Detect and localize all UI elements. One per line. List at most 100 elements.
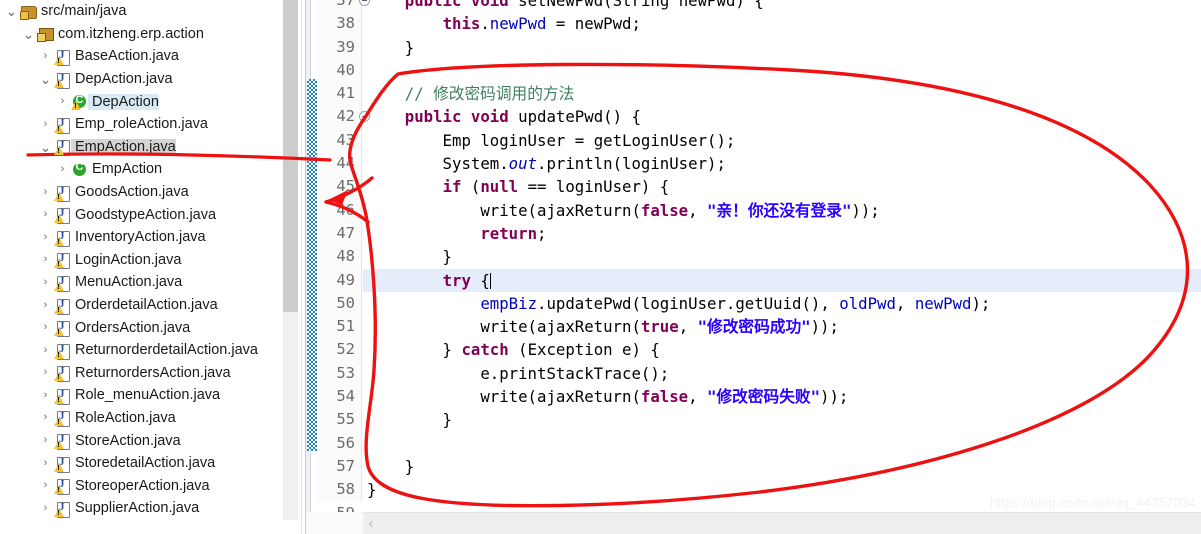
- chevron-right-icon[interactable]: ›: [38, 480, 53, 491]
- chevron-down-icon[interactable]: ⌄: [38, 140, 53, 154]
- chevron-right-icon[interactable]: ›: [38, 299, 53, 311]
- line-number[interactable]: 47: [317, 222, 361, 245]
- chevron-right-icon[interactable]: ›: [38, 322, 53, 333]
- tree-item[interactable]: ⌄ com.itzheng.erp.action: [0, 23, 305, 46]
- code-line[interactable]: public void updatePwd() {: [363, 105, 1201, 128]
- line-number[interactable]: 48: [317, 245, 361, 268]
- tree-item[interactable]: › OrdersAction.java: [0, 316, 305, 339]
- editor-line-number-gutter[interactable]: 37 38 39 40 41 42 43 44 45 46 47 48 49 50 51 52 53 54 55 56…: [317, 0, 370, 522]
- line-number[interactable]: 49: [317, 269, 361, 292]
- line-number[interactable]: 44: [317, 152, 361, 175]
- line-number[interactable]: 58: [317, 478, 361, 501]
- chevron-right-icon[interactable]: ›: [38, 209, 53, 220]
- code-token: void: [470, 107, 509, 127]
- line-number[interactable]: 37: [317, 0, 370, 12]
- code-line[interactable]: this.newPwd = newPwd;: [363, 12, 1201, 35]
- tree-item[interactable]: ⌄ EmpAction.java: [0, 136, 305, 159]
- code-line[interactable]: }: [363, 36, 1201, 59]
- code-line[interactable]: [363, 59, 1201, 82]
- chevron-right-icon[interactable]: ›: [38, 412, 53, 423]
- tree-item[interactable]: › ReturnorderdetailAction.java: [0, 339, 305, 362]
- chevron-right-icon[interactable]: ›: [38, 502, 53, 514]
- line-number[interactable]: 39: [317, 36, 361, 59]
- line-number[interactable]: 56: [317, 432, 361, 455]
- chevron-right-icon[interactable]: ›: [38, 118, 53, 130]
- chevron-right-icon[interactable]: ›: [38, 231, 53, 243]
- code-line[interactable]: return;: [363, 222, 1201, 245]
- code-line[interactable]: Emp loginUser = getLoginUser();: [363, 129, 1201, 152]
- code-line[interactable]: // 修改密码调用的方法: [363, 82, 1201, 105]
- editor-code-area[interactable]: public void setNewPwd(String newPwd) { t…: [363, 0, 1201, 501]
- chevron-right-icon[interactable]: ›: [38, 389, 53, 401]
- chevron-right-icon[interactable]: ›: [38, 457, 53, 469]
- scroll-left-arrow-icon[interactable]: ‹: [368, 516, 374, 532]
- chevron-right-icon[interactable]: ›: [55, 96, 70, 107]
- tree-item[interactable]: › Role_menuAction.java: [0, 384, 305, 407]
- tree-item[interactable]: › GoodsAction.java: [0, 181, 305, 204]
- explorer-vertical-scrollbar[interactable]: [283, 0, 298, 520]
- line-number[interactable]: 46: [317, 199, 361, 222]
- line-number[interactable]: 43: [317, 129, 361, 152]
- tree-item[interactable]: › SupplierAction.java: [0, 497, 305, 520]
- tree-item[interactable]: › DepAction: [0, 90, 305, 113]
- tree-item[interactable]: › GoodstypeAction.java: [0, 203, 305, 226]
- code-line[interactable]: e.printStackTrace();: [363, 362, 1201, 385]
- line-number[interactable]: 40: [317, 59, 361, 82]
- chevron-right-icon[interactable]: ›: [55, 163, 70, 175]
- line-number[interactable]: 42: [317, 105, 370, 128]
- tree-item[interactable]: › OrderdetailAction.java: [0, 294, 305, 317]
- code-line[interactable]: write(ajaxReturn(false, "修改密码失败"));: [363, 385, 1201, 408]
- tree-item[interactable]: › LoginAction.java: [0, 249, 305, 272]
- tree-item[interactable]: › InventoryAction.java: [0, 226, 305, 249]
- line-number[interactable]: 55: [317, 408, 361, 431]
- line-number[interactable]: 53: [317, 362, 361, 385]
- code-line[interactable]: write(ajaxReturn(false, "亲！你还没有登录"));: [363, 199, 1201, 222]
- tree-item[interactable]: › BaseAction.java: [0, 45, 305, 68]
- tree-item[interactable]: › Emp_roleAction.java: [0, 113, 305, 136]
- chevron-down-icon[interactable]: ⌄: [38, 72, 53, 86]
- chevron-right-icon[interactable]: ›: [38, 254, 53, 265]
- chevron-right-icon[interactable]: ›: [38, 186, 53, 198]
- code-line[interactable]: public void setNewPwd(String newPwd) {: [363, 0, 1201, 12]
- line-number[interactable]: 45: [317, 175, 361, 198]
- line-number[interactable]: 52: [317, 338, 361, 361]
- chevron-right-icon[interactable]: ›: [38, 435, 53, 446]
- chevron-right-icon[interactable]: ›: [38, 276, 53, 288]
- tree-item[interactable]: › StoredetailAction.java: [0, 452, 305, 475]
- line-number[interactable]: 57: [317, 455, 361, 478]
- line-number[interactable]: 41: [317, 82, 361, 105]
- code-line[interactable]: }: [363, 455, 1201, 478]
- warning-badge-icon: [54, 55, 64, 65]
- chevron-right-icon[interactable]: ›: [38, 367, 53, 378]
- line-number[interactable]: 54: [317, 385, 361, 408]
- code-line[interactable]: } catch (Exception e) {: [363, 338, 1201, 361]
- chevron-right-icon[interactable]: ›: [38, 50, 53, 62]
- line-number[interactable]: 50: [317, 292, 361, 315]
- line-number[interactable]: 51: [317, 315, 361, 338]
- tree-item[interactable]: ⌄ DepAction.java: [0, 68, 305, 91]
- editor-change-bar: [307, 79, 317, 451]
- line-number[interactable]: 38: [317, 12, 361, 35]
- tree-item[interactable]: › StoreAction.java: [0, 429, 305, 452]
- tree-item[interactable]: › StoreoperAction.java: [0, 474, 305, 497]
- editor-horizontal-scrollbar[interactable]: ‹: [363, 512, 1201, 534]
- tree-item[interactable]: › MenuAction.java: [0, 271, 305, 294]
- code-token: .updatePwd(loginUser.getUuid(),: [537, 293, 840, 313]
- tree-item[interactable]: › EmpAction: [0, 158, 305, 181]
- chevron-down-icon[interactable]: ⌄: [21, 27, 36, 41]
- code-line[interactable]: try {: [363, 268, 1201, 292]
- code-line[interactable]: }: [363, 245, 1201, 268]
- tree-item[interactable]: › RoleAction.java: [0, 407, 305, 430]
- code-line[interactable]: empBiz.updatePwd(loginUser.getUuid(), ol…: [363, 292, 1201, 315]
- code-line[interactable]: }: [363, 408, 1201, 431]
- tree-item[interactable]: ⌄ src/main/java: [0, 0, 305, 23]
- chevron-right-icon[interactable]: ›: [38, 344, 53, 356]
- chevron-down-icon[interactable]: ⌄: [4, 4, 19, 18]
- code-line[interactable]: if (null == loginUser) {: [363, 175, 1201, 198]
- explorer-scrollbar-thumb[interactable]: [283, 0, 298, 312]
- tree-item[interactable]: › ReturnordersAction.java: [0, 362, 305, 385]
- code-line[interactable]: System.out.println(loginUser);: [363, 152, 1201, 175]
- code-line[interactable]: write(ajaxReturn(true, "修改密码成功"));: [363, 315, 1201, 338]
- code-line[interactable]: [363, 432, 1201, 455]
